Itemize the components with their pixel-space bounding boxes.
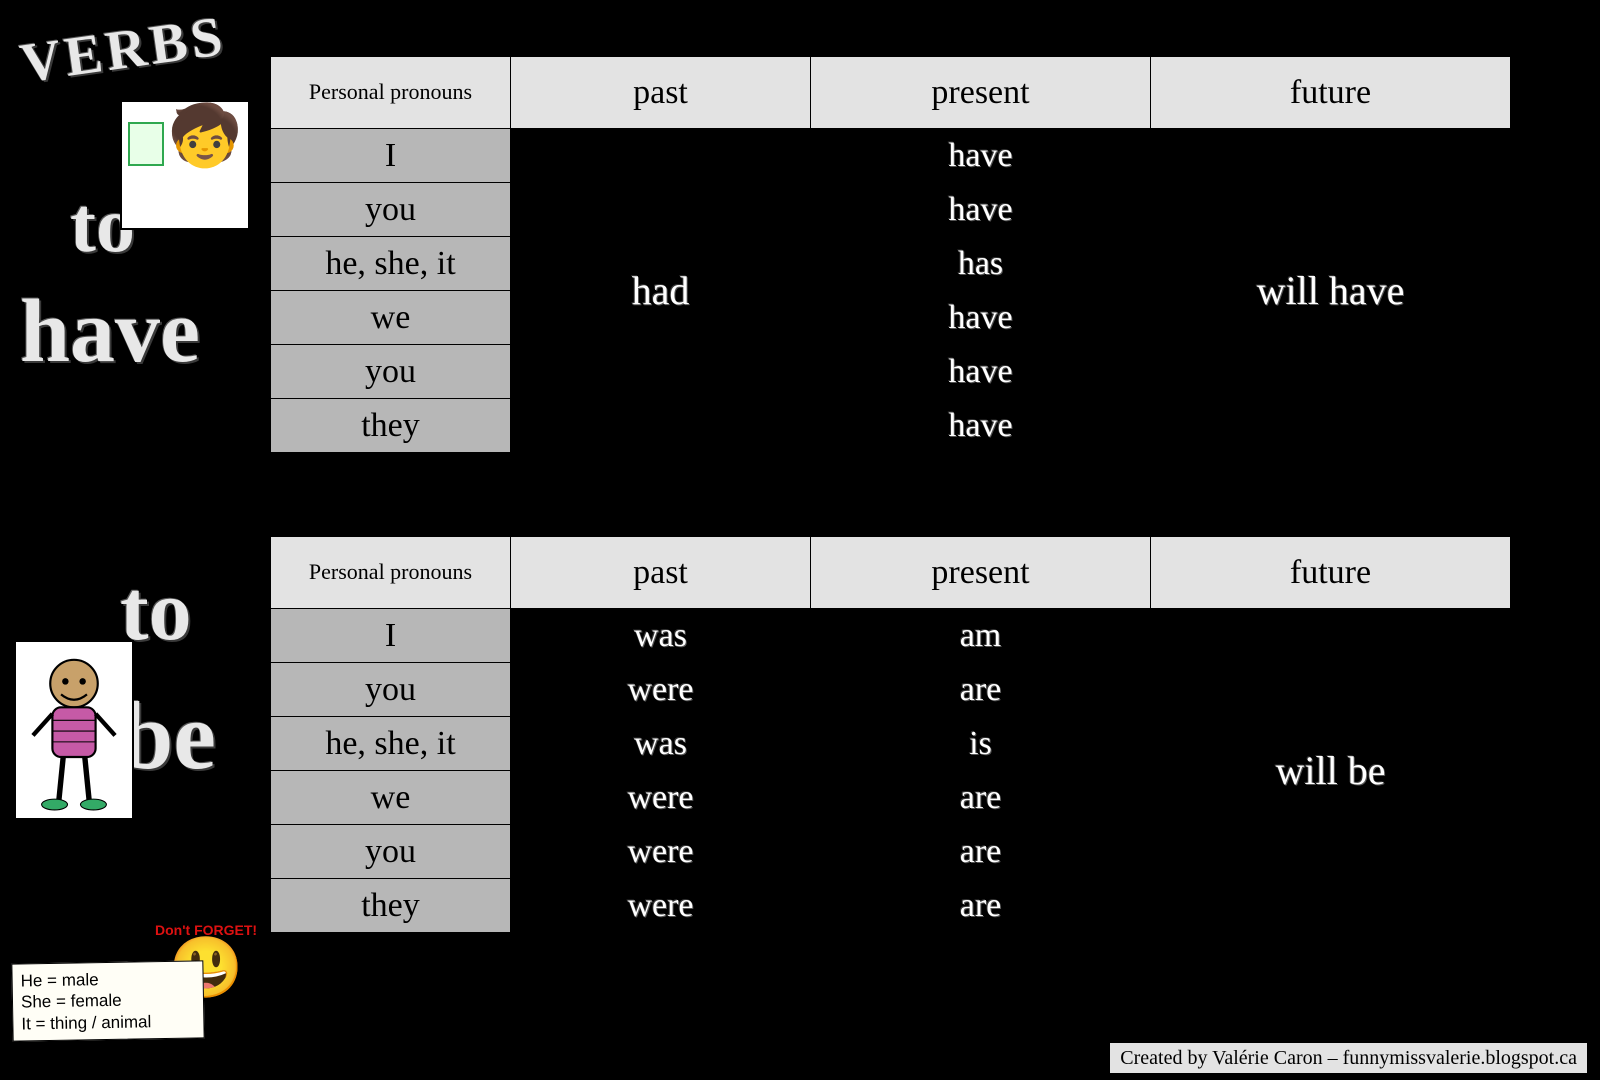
- to-have-table: Personal pronouns past present future I …: [270, 56, 1511, 453]
- table-header-row: Personal pronouns past present future: [271, 57, 1511, 129]
- pronoun-cell: he, she, it: [271, 237, 511, 291]
- have-present-cell: have: [811, 345, 1151, 399]
- be-present-cell: are: [811, 825, 1151, 879]
- have-present-cell: have: [811, 183, 1151, 237]
- clipart-waving-kid-icon: [14, 640, 134, 820]
- legend-she: She = female: [21, 990, 151, 1014]
- have-past-cell: had: [511, 129, 811, 453]
- be-present-cell: are: [811, 771, 1151, 825]
- pronoun-cell: they: [271, 399, 511, 453]
- col-header-future: future: [1151, 537, 1511, 609]
- title-verbs: VERBS: [17, 4, 231, 96]
- pronoun-cell: you: [271, 183, 511, 237]
- clipart-boy-with-card-icon: 🧒: [120, 100, 250, 230]
- pronoun-cell: we: [271, 291, 511, 345]
- be-future-cell: will be: [1151, 609, 1511, 933]
- col-header-pronouns: Personal pronouns: [271, 537, 511, 609]
- be-past-cell: were: [511, 663, 811, 717]
- table-row: I had have will have: [271, 129, 1511, 183]
- table-header-row: Personal pronouns past present future: [271, 537, 1511, 609]
- title-to-be-line2: be: [120, 680, 216, 791]
- col-header-future: future: [1151, 57, 1511, 129]
- be-past-cell: were: [511, 879, 811, 933]
- be-past-cell: were: [511, 771, 811, 825]
- be-past-cell: was: [511, 717, 811, 771]
- be-present-cell: are: [811, 663, 1151, 717]
- have-future-cell: will have: [1151, 129, 1511, 453]
- pronoun-cell: I: [271, 609, 511, 663]
- credit-line: Created by Valérie Caron – funnymissvale…: [1109, 1042, 1588, 1074]
- pronoun-cell: we: [271, 771, 511, 825]
- col-header-past: past: [511, 537, 811, 609]
- to-be-table: Personal pronouns past present future I …: [270, 536, 1511, 933]
- legend-it: It = thing / animal: [21, 1011, 151, 1035]
- have-present-cell: have: [811, 399, 1151, 453]
- have-present-cell: have: [811, 291, 1151, 345]
- col-header-present: present: [811, 57, 1151, 129]
- pronoun-cell: they: [271, 879, 511, 933]
- table-row: I was am will be: [271, 609, 1511, 663]
- be-present-cell: are: [811, 879, 1151, 933]
- pronoun-cell: he, she, it: [271, 717, 511, 771]
- pronoun-cell: you: [271, 345, 511, 399]
- be-past-cell: was: [511, 609, 811, 663]
- pronoun-legend-box: He = male She = female It = thing / anim…: [11, 960, 204, 1041]
- worksheet-page: VERBS to have to be Personal pronouns pa…: [0, 0, 1600, 1080]
- be-present-cell: is: [811, 717, 1151, 771]
- col-header-past: past: [511, 57, 811, 129]
- be-past-cell: were: [511, 825, 811, 879]
- be-present-cell: am: [811, 609, 1151, 663]
- title-to-have-line2: have: [20, 280, 200, 383]
- legend-he: He = male: [20, 968, 150, 992]
- col-header-pronouns: Personal pronouns: [271, 57, 511, 129]
- pronoun-cell: you: [271, 663, 511, 717]
- have-present-cell: has: [811, 237, 1151, 291]
- pronoun-cell: I: [271, 129, 511, 183]
- pronoun-cell: you: [271, 825, 511, 879]
- have-present-cell: have: [811, 129, 1151, 183]
- col-header-present: present: [811, 537, 1151, 609]
